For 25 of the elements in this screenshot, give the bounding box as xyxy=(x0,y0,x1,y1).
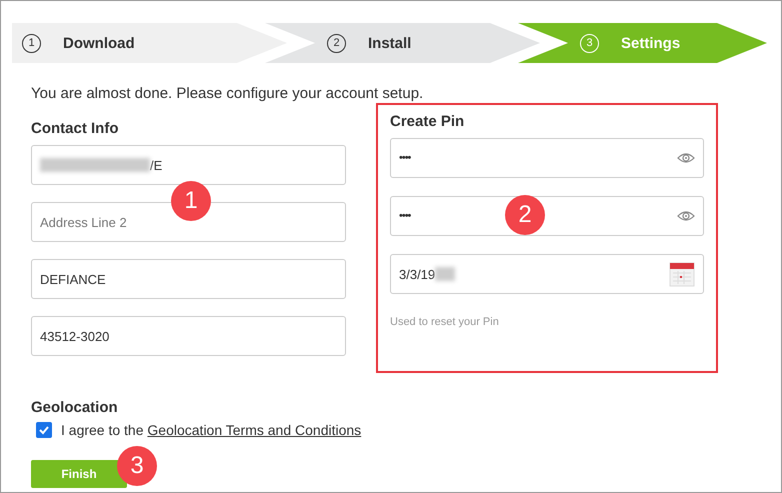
input-field[interactable]: 43512-3020 xyxy=(31,316,346,356)
input-field[interactable]: DEFIANCE xyxy=(31,259,346,299)
step-marker: 1 xyxy=(171,181,211,221)
section-title: Contact Info xyxy=(31,120,120,137)
hint-text: Used to reset your Pin xyxy=(390,316,500,328)
eye-icon[interactable] xyxy=(677,152,695,164)
eye-icon[interactable] xyxy=(677,210,695,222)
terms-link[interactable]: Geolocation Terms and Conditions xyxy=(147,422,362,438)
checkmark-icon xyxy=(38,424,50,436)
password-field[interactable]: •••• xyxy=(390,138,704,178)
calendar-icon[interactable] xyxy=(669,261,695,287)
step-number: 1 xyxy=(22,34,41,52)
agreement-text: I agree to the Geolocation Terms and Conditions xyxy=(61,422,362,438)
input-field[interactable]: /E xyxy=(31,145,346,185)
step-number: 3 xyxy=(580,34,599,52)
step-marker: 2 xyxy=(505,195,545,235)
wizard-step[interactable]: 2 Install xyxy=(265,23,540,63)
section-title: Geolocation xyxy=(31,399,119,416)
section-title: Create Pin xyxy=(390,113,466,130)
checkbox[interactable] xyxy=(36,422,52,438)
date-field[interactable]: 3/3/19 xyxy=(390,254,704,294)
intro-text: You are almost done. Please configure your account setup. xyxy=(31,85,424,102)
step-number: 2 xyxy=(327,34,346,52)
step-marker: 3 xyxy=(117,446,157,486)
wizard-step[interactable]: 1 Download xyxy=(12,23,287,63)
